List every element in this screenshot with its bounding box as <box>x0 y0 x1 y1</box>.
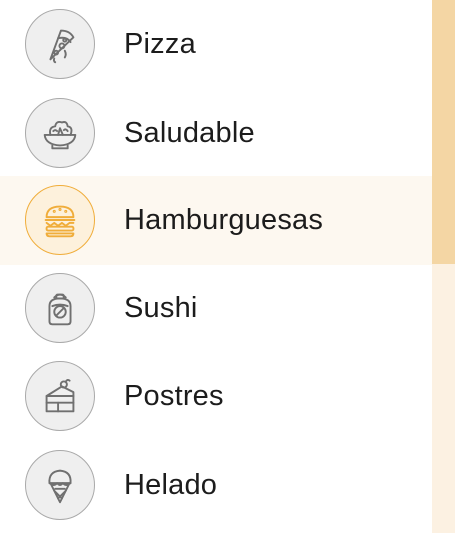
cake-icon <box>25 361 95 431</box>
category-label: Hamburguesas <box>124 204 324 236</box>
category-label: Helado <box>124 469 218 501</box>
sushi-icon <box>25 273 95 343</box>
category-item-pizza[interactable]: Pizza <box>0 0 432 89</box>
category-item-saludable[interactable]: Saludable <box>0 89 432 178</box>
salad-bowl-icon <box>25 98 95 168</box>
burger-icon <box>25 185 95 255</box>
category-item-sushi[interactable]: Sushi <box>0 264 432 353</box>
category-label: Pizza <box>124 28 196 60</box>
category-label: Sushi <box>124 292 198 324</box>
scrollbar-track[interactable] <box>432 0 455 533</box>
category-item-hamburguesas[interactable]: Hamburguesas <box>0 176 432 265</box>
category-label: Postres <box>124 380 224 412</box>
category-item-postres[interactable]: Postres <box>0 352 432 441</box>
category-list: Pizza Saludable Hamburguesas Sushi Postr… <box>0 0 432 533</box>
category-item-helado[interactable]: Helado <box>0 441 432 530</box>
category-list-screen: Pizza Saludable Hamburguesas Sushi Postr… <box>0 0 455 533</box>
scrollbar-thumb[interactable] <box>432 0 455 264</box>
category-label: Saludable <box>124 117 255 149</box>
ice-cream-icon <box>25 450 95 520</box>
pizza-icon <box>25 9 95 79</box>
